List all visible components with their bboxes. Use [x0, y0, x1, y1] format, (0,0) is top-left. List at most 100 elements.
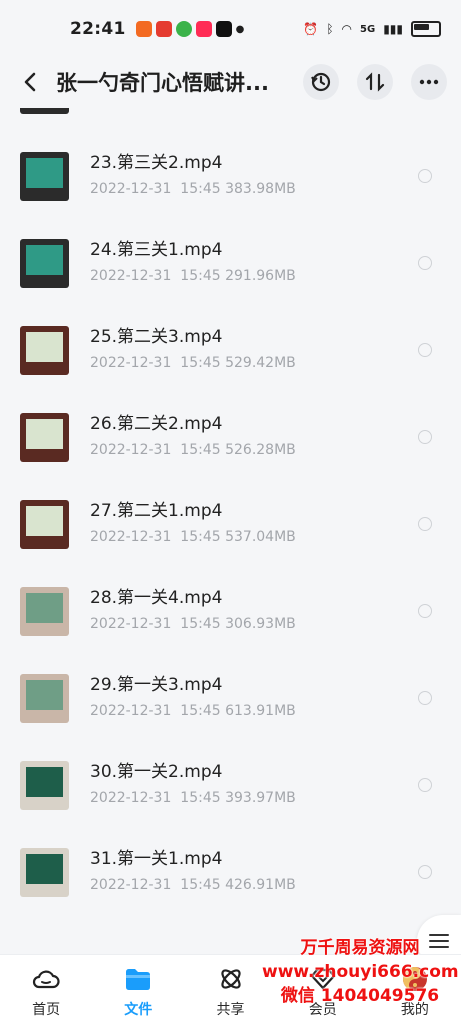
file-row[interactable]: 29.第一关3.mp4 2022-12-31 15:45 613.91MB [0, 655, 461, 742]
file-name: 24.第三关1.mp4 [90, 240, 223, 260]
app-notification-icon [195, 21, 212, 37]
file-time: 15:45 [180, 616, 221, 632]
file-date: 2022-12-31 [90, 108, 171, 110]
more-button[interactable] [411, 64, 447, 100]
share-orbit-icon [217, 965, 245, 993]
file-size: 291.96MB [225, 268, 296, 284]
watermark: 万千周易资源网 www.zhouyi666.com 微信 1404049576 [262, 936, 459, 1008]
select-radio[interactable] [418, 865, 432, 879]
file-name: 27.第二关1.mp4 [90, 501, 223, 521]
file-size: 393.97MB [225, 790, 296, 806]
file-meta: 2022-12-31 15:45 529.42MB [90, 355, 296, 371]
video-thumbnail [20, 108, 69, 114]
file-time: 15:45 [180, 108, 220, 110]
file-meta: 2022-12-31 15:45 426.91MB [90, 877, 296, 893]
signal-icon: ▮▮▮ [383, 22, 403, 36]
notification-icons: ● [135, 21, 245, 37]
bluetooth-icon: ᛒ [326, 22, 334, 36]
file-date: 2022-12-31 [90, 616, 172, 632]
select-radio[interactable] [418, 691, 432, 705]
history-button[interactable] [303, 64, 339, 100]
wifi-icon: ◠ [341, 22, 353, 36]
select-radio[interactable] [418, 778, 432, 792]
select-radio[interactable] [418, 604, 432, 618]
file-size: 503.96MB [225, 108, 296, 110]
select-radio[interactable] [418, 430, 432, 444]
file-row[interactable]: 24.第三关1.mp4 2022-12-31 15:45 291.96MB [0, 220, 461, 307]
file-time: 15:45 [180, 703, 221, 719]
file-size: 426.91MB [225, 877, 296, 893]
nav-share-label: 共享 [216, 1002, 245, 1018]
sort-icon [365, 72, 385, 92]
folder-icon [124, 965, 152, 993]
app-notification-icon [155, 21, 172, 37]
select-radio[interactable] [418, 169, 432, 183]
select-radio[interactable] [418, 517, 432, 531]
file-row[interactable]: 27.第二关1.mp4 2022-12-31 15:45 537.04MB [0, 481, 461, 568]
file-date: 2022-12-31 [90, 790, 172, 806]
watermark-line: www.zhouyi666.com [262, 962, 459, 982]
watermark-line: 万千周易资源网 [300, 938, 420, 958]
nav-files[interactable]: 文件 [92, 955, 184, 1025]
video-thumbnail [20, 239, 69, 288]
file-meta: 2022-12-31 15:45 503.96MB [90, 108, 296, 110]
tiktok-icon [215, 21, 232, 37]
file-name: 31.第一关1.mp4 [90, 849, 223, 869]
file-date: 2022-12-31 [90, 355, 172, 371]
cloud-icon [32, 965, 60, 993]
file-name: 26.第二关2.mp4 [90, 414, 223, 434]
status-time: 22:41 [70, 19, 126, 39]
file-time: 15:45 [180, 268, 221, 284]
file-row[interactable]: 28.第一关4.mp4 2022-12-31 15:45 306.93MB [0, 568, 461, 655]
status-bar: 22:41 ● ⏰ ᛒ ◠ 5G ▮▮▮ [0, 0, 461, 58]
history-icon [311, 72, 331, 92]
file-size: 613.91MB [225, 703, 296, 719]
video-thumbnail [20, 500, 69, 549]
file-meta: 2022-12-31 15:45 383.98MB [90, 181, 296, 197]
video-thumbnail [20, 152, 69, 201]
watermark-line: 微信 1404049576 [280, 986, 440, 1006]
file-row[interactable]: 26.第二关2.mp4 2022-12-31 15:45 526.28MB [0, 394, 461, 481]
back-arrow-icon[interactable] [18, 70, 42, 94]
file-date: 2022-12-31 [90, 529, 172, 545]
file-meta: 2022-12-31 15:45 526.28MB [90, 442, 296, 458]
file-time: 15:45 [180, 442, 221, 458]
app-header: 张一勺奇门心悟赋讲... [0, 56, 461, 108]
wechat-icon [175, 21, 192, 37]
video-thumbnail [20, 587, 69, 636]
file-meta: 2022-12-31 15:45 306.93MB [90, 616, 296, 632]
file-row[interactable]: 25.第二关3.mp4 2022-12-31 15:45 529.42MB [0, 307, 461, 394]
video-thumbnail [20, 761, 69, 810]
file-size: 306.93MB [225, 616, 296, 632]
app-notification-icon [135, 21, 152, 37]
file-name: 30.第一关2.mp4 [90, 762, 223, 782]
file-row[interactable]: 31.第一关1.mp4 2022-12-31 15:45 426.91MB [0, 829, 461, 916]
page-title: 张一勺奇门心悟赋讲... [56, 71, 269, 95]
file-row[interactable]: 2022-12-31 15:45 503.96MB [0, 108, 461, 133]
signal-label: 5G [360, 23, 376, 35]
video-thumbnail [20, 674, 69, 723]
select-radio[interactable] [418, 256, 432, 270]
file-time: 15:45 [180, 529, 221, 545]
file-name: 23.第三关2.mp4 [90, 153, 223, 173]
file-size: 529.42MB [225, 355, 296, 371]
nav-files-label: 文件 [124, 1002, 153, 1018]
file-name: 25.第二关3.mp4 [90, 327, 223, 347]
file-date: 2022-12-31 [90, 442, 172, 458]
file-time: 15:45 [180, 355, 221, 371]
file-date: 2022-12-31 [90, 181, 172, 197]
video-thumbnail [20, 848, 69, 897]
file-meta: 2022-12-31 15:45 291.96MB [90, 268, 296, 284]
nav-home-label: 首页 [32, 1002, 61, 1018]
file-name: 28.第一关4.mp4 [90, 588, 223, 608]
sort-button[interactable] [357, 64, 393, 100]
file-row[interactable]: 30.第一关2.mp4 2022-12-31 15:45 393.97MB [0, 742, 461, 829]
file-size: 537.04MB [225, 529, 296, 545]
file-meta: 2022-12-31 15:45 393.97MB [90, 790, 296, 806]
nav-home[interactable]: 首页 [0, 955, 92, 1025]
file-name: 29.第一关3.mp4 [90, 675, 223, 695]
more-notifications-dot-icon: ● [235, 23, 245, 35]
file-row[interactable]: 23.第三关2.mp4 2022-12-31 15:45 383.98MB [0, 133, 461, 220]
file-meta: 2022-12-31 15:45 613.91MB [90, 703, 296, 719]
select-radio[interactable] [418, 343, 432, 357]
